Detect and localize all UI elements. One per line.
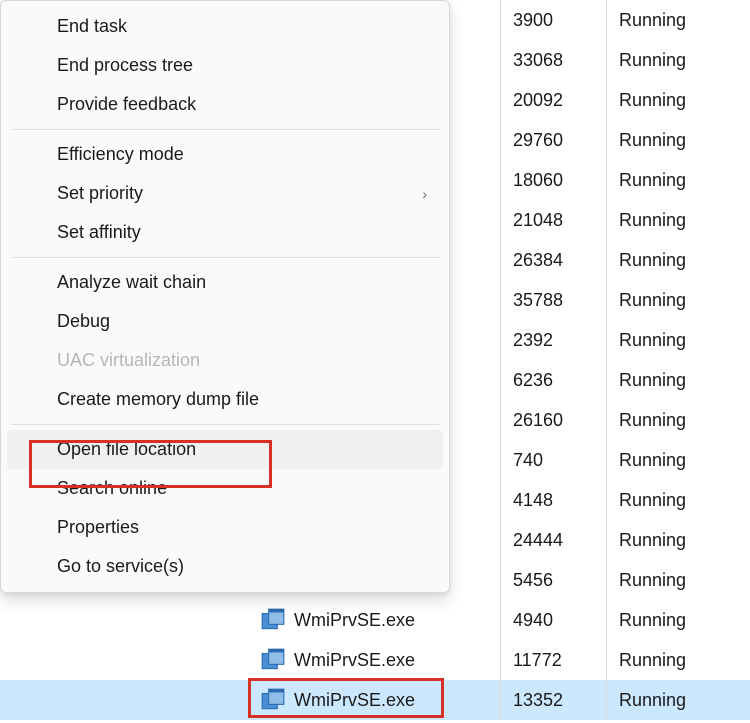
process-status: Running (607, 570, 747, 591)
menu-item-label: Efficiency mode (57, 144, 184, 165)
process-name: WmiPrvSE.exe (294, 650, 415, 671)
menu-item-label: Properties (57, 517, 139, 538)
chevron-right-icon: › (422, 186, 427, 202)
exe-icon (260, 687, 286, 713)
menu-item-uac-virtualization: UAC virtualization (1, 341, 449, 380)
menu-item-go-to-services[interactable]: Go to service(s) (1, 547, 449, 586)
menu-item-end-process-tree[interactable]: End process tree (1, 46, 449, 85)
menu-item-open-file-location[interactable]: Open file location (7, 430, 443, 469)
menu-item-label: Search online (57, 478, 167, 499)
process-pid: 740 (501, 450, 606, 471)
exe-icon (260, 647, 286, 673)
menu-item-label: End process tree (57, 55, 193, 76)
menu-item-label: Debug (57, 311, 110, 332)
menu-item-label: End task (57, 16, 127, 37)
process-status: Running (607, 170, 747, 191)
menu-item-label: Go to service(s) (57, 556, 184, 577)
process-pid: 4940 (501, 610, 606, 631)
process-pid: 35788 (501, 290, 606, 311)
menu-item-analyze-wait-chain[interactable]: Analyze wait chain (1, 263, 449, 302)
process-pid: 24444 (501, 530, 606, 551)
process-status: Running (607, 650, 747, 671)
menu-separator (11, 424, 439, 425)
process-status: Running (607, 690, 747, 711)
process-pid: 18060 (501, 170, 606, 191)
exe-icon (260, 607, 286, 633)
menu-item-label: Open file location (57, 439, 196, 460)
process-row[interactable]: WmiPrvSE.exe 11772Running (0, 640, 750, 680)
process-pid: 21048 (501, 210, 606, 231)
process-name-cell: WmiPrvSE.exe (0, 687, 500, 713)
process-status: Running (607, 250, 747, 271)
process-status: Running (607, 90, 747, 111)
process-status: Running (607, 370, 747, 391)
context-menu: End task End process tree Provide feedback… (0, 0, 450, 593)
menu-item-label: Set affinity (57, 222, 141, 243)
menu-item-debug[interactable]: Debug (1, 302, 449, 341)
menu-item-set-priority[interactable]: Set priority › (1, 174, 449, 213)
menu-item-provide-feedback[interactable]: Provide feedback (1, 85, 449, 124)
process-pid: 20092 (501, 90, 606, 111)
menu-item-label: UAC virtualization (57, 350, 200, 371)
process-pid: 13352 (501, 690, 606, 711)
process-status: Running (607, 490, 747, 511)
menu-item-end-task[interactable]: End task (1, 7, 449, 46)
process-pid: 26384 (501, 250, 606, 271)
process-status: Running (607, 210, 747, 231)
menu-separator (11, 257, 439, 258)
process-status: Running (607, 330, 747, 351)
process-pid: 11772 (501, 650, 606, 671)
process-pid: 4148 (501, 490, 606, 511)
process-status: Running (607, 130, 747, 151)
process-pid: 5456 (501, 570, 606, 591)
menu-item-label: Set priority (57, 183, 143, 204)
process-pid: 6236 (501, 370, 606, 391)
process-row[interactable]: WmiPrvSE.exe 4940Running (0, 600, 750, 640)
process-status: Running (607, 10, 747, 31)
process-name: WmiPrvSE.exe (294, 610, 415, 631)
menu-item-label: Provide feedback (57, 94, 196, 115)
menu-item-create-memory-dump-file[interactable]: Create memory dump file (1, 380, 449, 419)
menu-item-label: Analyze wait chain (57, 272, 206, 293)
menu-item-efficiency-mode[interactable]: Efficiency mode (1, 135, 449, 174)
process-name-cell: WmiPrvSE.exe (0, 647, 500, 673)
menu-item-label: Create memory dump file (57, 389, 259, 410)
menu-item-set-affinity[interactable]: Set affinity (1, 213, 449, 252)
process-name-cell: WmiPrvSE.exe (0, 607, 500, 633)
process-pid: 33068 (501, 50, 606, 71)
process-pid: 3900 (501, 10, 606, 31)
process-status: Running (607, 50, 747, 71)
process-row[interactable]: WmiPrvSE.exe 13352Running (0, 680, 750, 720)
process-status: Running (607, 450, 747, 471)
process-pid: 2392 (501, 330, 606, 351)
process-name: WmiPrvSE.exe (294, 690, 415, 711)
process-status: Running (607, 410, 747, 431)
process-pid: 29760 (501, 130, 606, 151)
menu-separator (11, 129, 439, 130)
process-status: Running (607, 290, 747, 311)
process-status: Running (607, 610, 747, 631)
menu-item-properties[interactable]: Properties (1, 508, 449, 547)
menu-item-search-online[interactable]: Search online (1, 469, 449, 508)
process-pid: 26160 (501, 410, 606, 431)
process-status: Running (607, 530, 747, 551)
